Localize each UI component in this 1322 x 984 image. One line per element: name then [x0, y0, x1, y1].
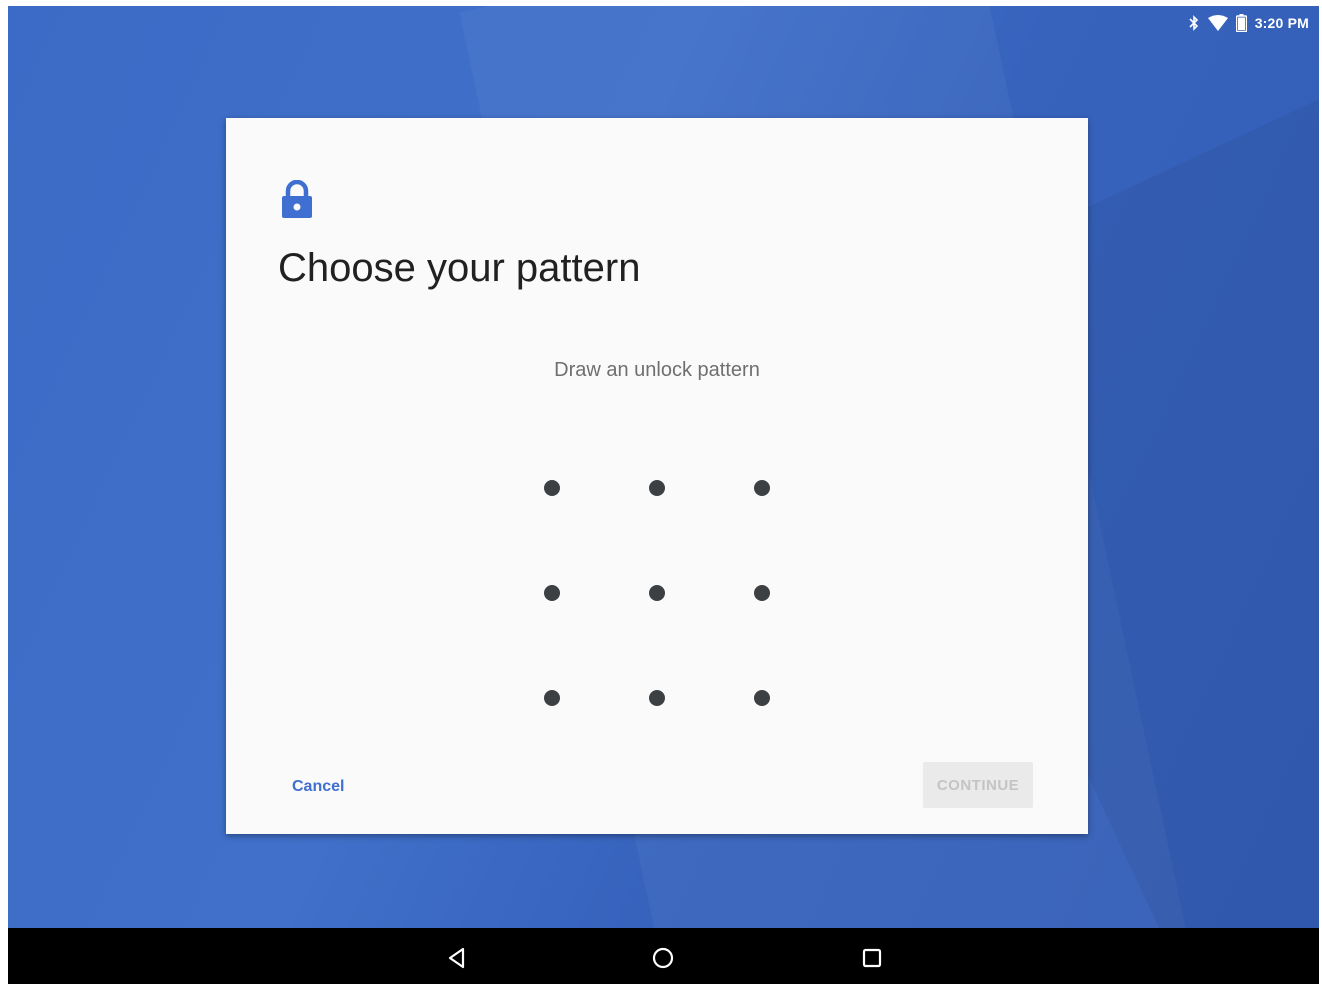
lock-icon: [280, 179, 314, 225]
pattern-dot[interactable]: [544, 585, 560, 601]
status-bar: 3:20 PM: [1188, 12, 1309, 34]
pattern-dialog: Choose your pattern Draw an unlock patte…: [226, 118, 1088, 834]
pattern-dot[interactable]: [544, 690, 560, 706]
home-icon[interactable]: [651, 946, 675, 970]
pattern-dot[interactable]: [544, 480, 560, 496]
pattern-dot[interactable]: [754, 690, 770, 706]
pattern-dot[interactable]: [754, 480, 770, 496]
back-icon[interactable]: [445, 946, 469, 970]
bluetooth-icon: [1188, 15, 1200, 31]
pattern-dot[interactable]: [649, 480, 665, 496]
pattern-dot[interactable]: [649, 585, 665, 601]
cancel-button[interactable]: Cancel: [286, 770, 350, 804]
pattern-dot[interactable]: [649, 690, 665, 706]
battery-icon: [1235, 14, 1247, 32]
navigation-bar: [8, 928, 1319, 984]
pattern-dot[interactable]: [754, 585, 770, 601]
wifi-icon: [1207, 15, 1228, 31]
continue-button[interactable]: CONTINUE: [923, 762, 1033, 808]
pattern-grid[interactable]: [502, 438, 812, 748]
recents-icon[interactable]: [860, 946, 884, 970]
dialog-subtitle: Draw an unlock pattern: [554, 359, 760, 381]
status-time: 3:20 PM: [1254, 15, 1309, 31]
dialog-title: Choose your pattern: [278, 246, 641, 290]
